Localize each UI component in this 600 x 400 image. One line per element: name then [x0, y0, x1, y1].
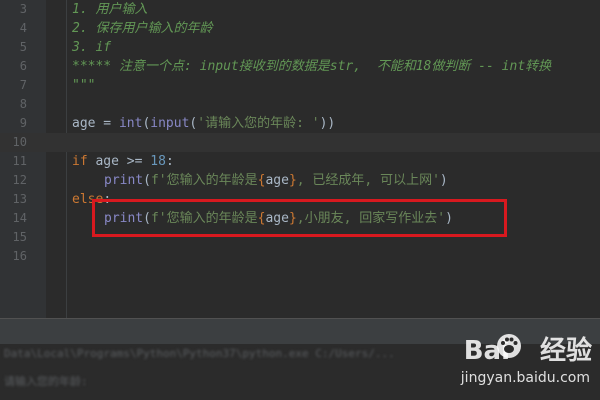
code-editor[interactable]: 3 1. 用户输入 4 2. 保存用户输入的年龄 5 3. if 6 ***** 注意一个点:…: [0, 0, 600, 318]
line-number: 8: [19, 97, 27, 111]
code-token: age: [265, 173, 289, 188]
code-line[interactable]: 9 age = int(input('请输入您的年龄: ')): [0, 114, 600, 133]
code-token: )): [319, 116, 336, 131]
code-line[interactable]: 4 2. 保存用户输入的年龄: [0, 19, 600, 38]
code-text[interactable]: if age >= 18:: [72, 152, 174, 171]
line-number: 15: [12, 230, 27, 244]
code-token: input: [150, 116, 190, 131]
code-token: 3. if: [72, 40, 112, 55]
line-number: 3: [19, 2, 27, 16]
code-text[interactable]: age = int(input('请输入您的年龄: ')): [72, 114, 335, 133]
code-token: ): [439, 173, 448, 188]
code-line[interactable]: 16: [0, 247, 600, 266]
code-line[interactable]: 8: [0, 95, 600, 114]
code-text[interactable]: 3. if: [72, 38, 111, 57]
line-number: 7: [19, 78, 27, 92]
console-command-line: Data\Local\Programs\Python\Python37\pyth…: [4, 347, 395, 360]
paw-icon: [497, 334, 521, 358]
code-token: '请输入您的年龄: ': [197, 116, 320, 131]
code-token: ***** 注意一个点: input接收到的数据是str, 不能和18做判断 -…: [72, 59, 552, 74]
code-token: if: [72, 154, 96, 169]
watermark-url: jingyan.baidu.com: [460, 370, 590, 386]
code-token: }: [288, 173, 297, 188]
annotation-highlight-box: [92, 199, 507, 237]
baidu-watermark: Bai 经验 jingyan.baidu.com: [452, 330, 592, 396]
code-token: int: [118, 116, 143, 131]
console-prompt-line: 请输入您的年龄:: [4, 375, 95, 388]
code-token: 1. 用户输入: [72, 2, 148, 17]
code-token: :: [165, 154, 174, 169]
line-number: 12: [12, 173, 27, 187]
code-line[interactable]: 7 """: [0, 76, 600, 95]
code-token: , 已经成年, 可以上网': [296, 173, 440, 188]
code-token: 2. 保存用户输入的年龄: [72, 21, 213, 36]
code-text[interactable]: 2. 保存用户输入的年龄: [72, 19, 212, 38]
code-text[interactable]: print(f'您输入的年龄是{age}, 已经成年, 可以上网'): [104, 171, 448, 190]
code-text[interactable]: """: [72, 76, 95, 95]
line-number: 16: [12, 249, 27, 263]
watermark-brand: Bai 经验: [464, 330, 592, 367]
line-number: 6: [19, 59, 27, 73]
code-token: 18: [150, 154, 166, 169]
line-number: 11: [12, 154, 27, 168]
code-token: age =: [72, 116, 119, 131]
code-text[interactable]: 1. 用户输入: [72, 0, 147, 19]
code-line[interactable]: 12 print(f'您输入的年龄是{age}, 已经成年, 可以上网'): [0, 171, 600, 190]
code-line[interactable]: 5 3. if: [0, 38, 600, 57]
line-number: 10: [12, 135, 27, 149]
code-text[interactable]: ***** 注意一个点: input接收到的数据是str, 不能和18做判断 -…: [72, 57, 551, 76]
line-number: 4: [19, 21, 27, 35]
line-number: 13: [12, 192, 27, 206]
code-line[interactable]: 3 1. 用户输入: [0, 0, 600, 19]
code-line[interactable]: 6 ***** 注意一个点: input接收到的数据是str, 不能和18做判断 …: [0, 57, 600, 76]
watermark-brand-right: 经验: [539, 336, 592, 366]
line-number: 9: [19, 116, 27, 130]
code-line[interactable]: 10: [0, 133, 600, 152]
line-number: 5: [19, 40, 27, 54]
code-token: f'您输入的年龄是: [150, 173, 258, 188]
line-number: 14: [12, 211, 27, 225]
code-token: print: [104, 173, 144, 188]
code-token: """: [72, 78, 96, 93]
code-line[interactable]: 11 if age >= 18:: [0, 152, 600, 171]
code-token: age >=: [95, 154, 151, 169]
code-token: (: [143, 173, 151, 188]
